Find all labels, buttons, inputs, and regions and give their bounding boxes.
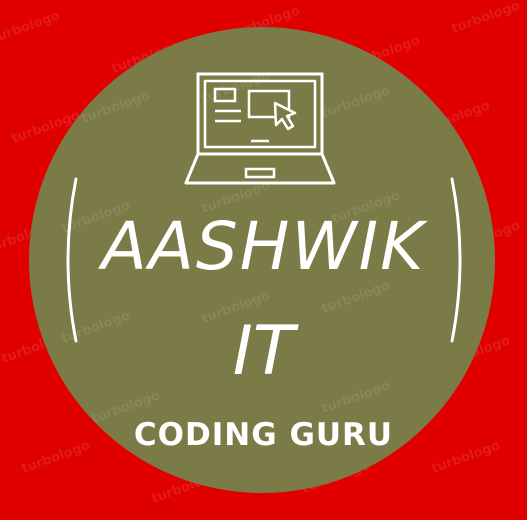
logo-title-line1: AASHWIK xyxy=(101,208,426,285)
logo-title-line2: IT xyxy=(232,312,295,391)
logo-canvas: turbologo turbologo turbologo turbologo … xyxy=(0,0,527,520)
watermark-text: turbologo xyxy=(449,0,523,37)
watermark-text: turbologo xyxy=(79,88,153,127)
watermark-text: turbologo xyxy=(0,8,63,47)
laptop-cursor-icon xyxy=(184,72,336,185)
logo-tagline: CODING GURU xyxy=(133,417,394,453)
